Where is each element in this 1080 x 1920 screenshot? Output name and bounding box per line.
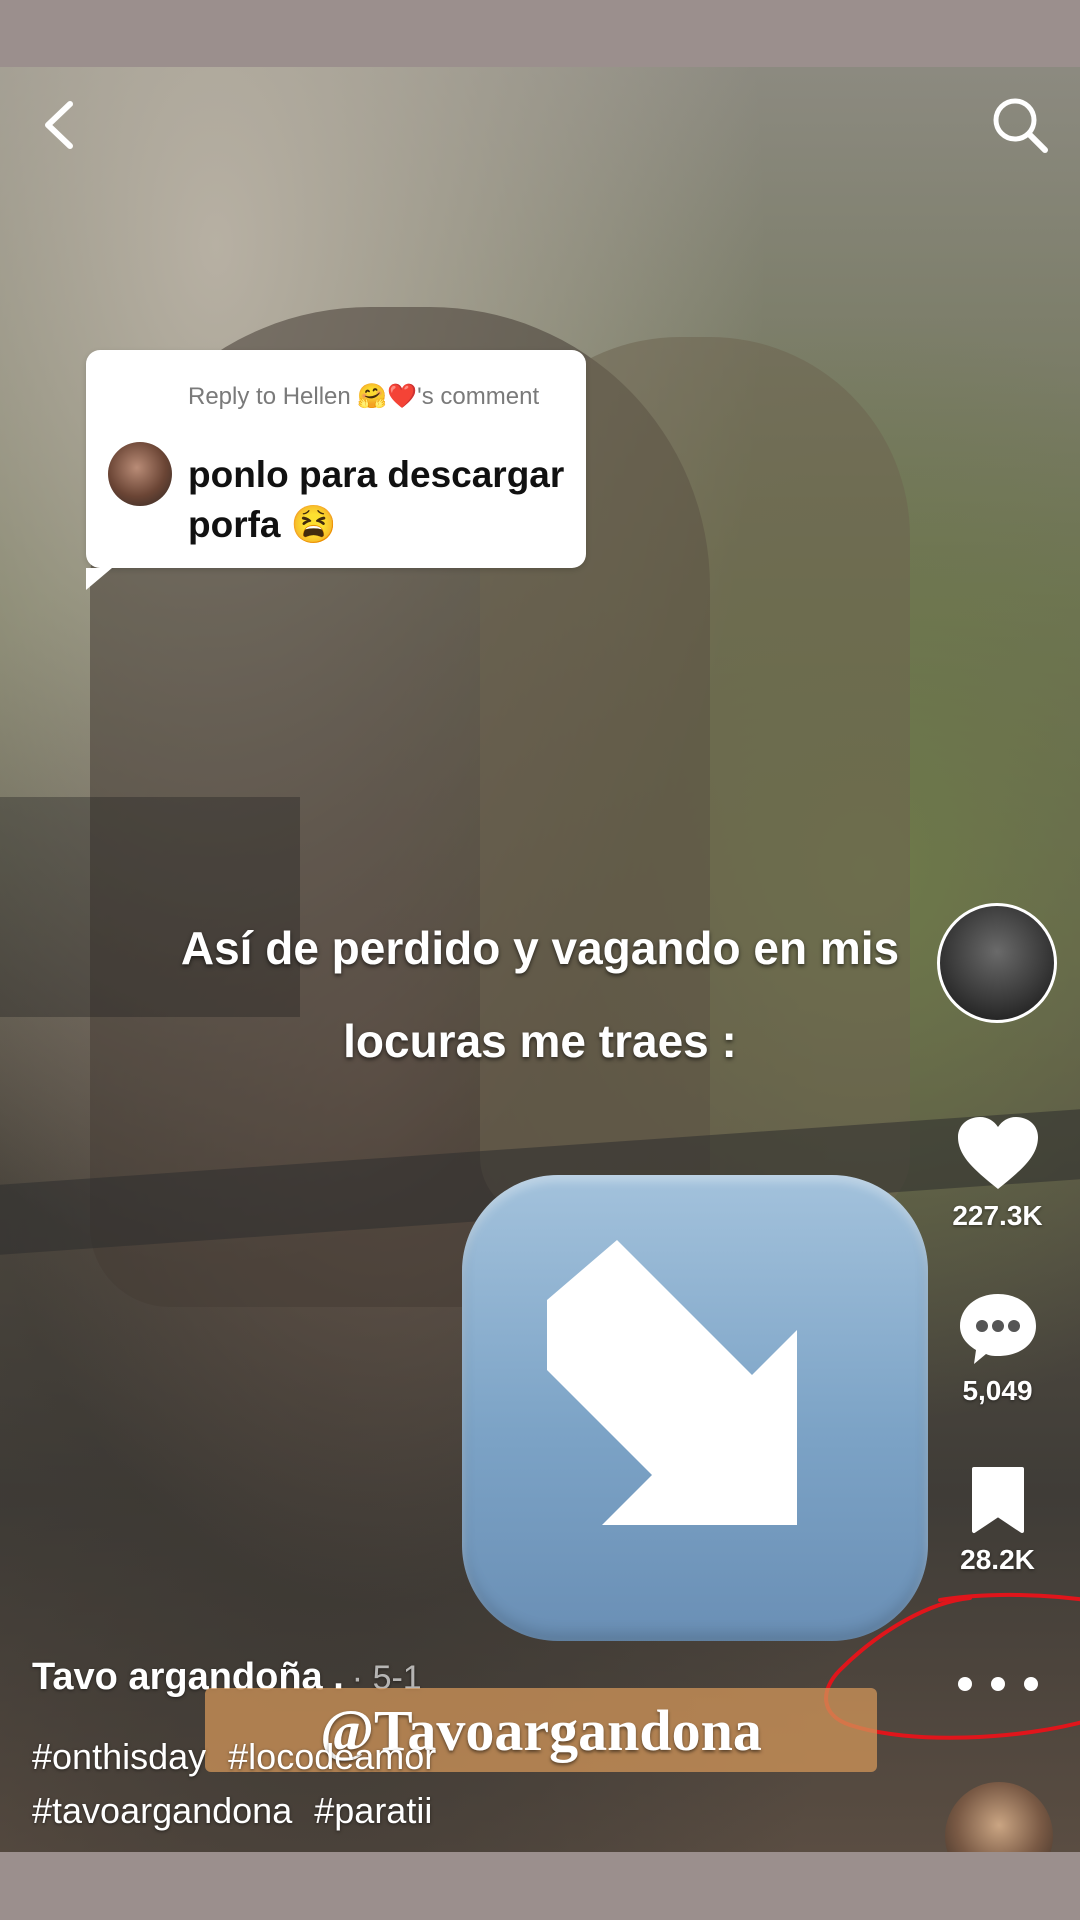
- hashtag-link[interactable]: #paratii: [314, 1790, 432, 1831]
- hashtag-list: #onthisday #locodeamor #tavoargandona #p…: [32, 1730, 932, 1838]
- bookmark-icon: [971, 1467, 1024, 1533]
- comment-bubble-icon: [959, 1294, 1036, 1364]
- hashtag-link[interactable]: #onthisday: [32, 1736, 206, 1777]
- save-count: 28.2K: [960, 1544, 1035, 1575]
- like-count: 227.3K: [952, 1200, 1043, 1231]
- reply-comment-card[interactable]: Reply to Hellen 🤗❤️'s comment ponlo para…: [86, 350, 586, 590]
- hashtag-link[interactable]: #locodeamor: [228, 1736, 436, 1777]
- download-arrow-emoji: [462, 1175, 928, 1641]
- creator-avatar[interactable]: [937, 903, 1057, 1023]
- heart-icon: [957, 1117, 1038, 1189]
- more-options-button[interactable]: [958, 1668, 1038, 1700]
- comment-button[interactable]: 5,049: [940, 1290, 1055, 1407]
- reply-header: Reply to Hellen 🤗❤️'s comment: [188, 383, 540, 410]
- hashtag-link[interactable]: #tavoargandona: [32, 1790, 292, 1831]
- reply-comment-text: ponlo para descargar porfa 😫: [188, 454, 565, 545]
- more-dot: [991, 1677, 1005, 1691]
- more-dot: [1024, 1677, 1038, 1691]
- save-button[interactable]: 28.2K: [940, 1465, 1055, 1576]
- caption-line-2: locuras me traes :: [343, 1015, 737, 1067]
- video-caption: Así de perdido y vagando en mis locuras …: [0, 902, 1080, 1088]
- search-icon[interactable]: [990, 95, 1050, 155]
- bottom-frame-bar: [0, 1852, 1080, 1920]
- comment-count: 5,049: [962, 1375, 1033, 1406]
- more-dots-icon: [958, 1677, 972, 1691]
- caption-line-1: Así de perdido y vagando en mis: [180, 922, 900, 974]
- like-button[interactable]: 227.3K: [940, 1115, 1055, 1232]
- commenter-avatar: [108, 442, 172, 506]
- back-icon[interactable]: [30, 95, 90, 155]
